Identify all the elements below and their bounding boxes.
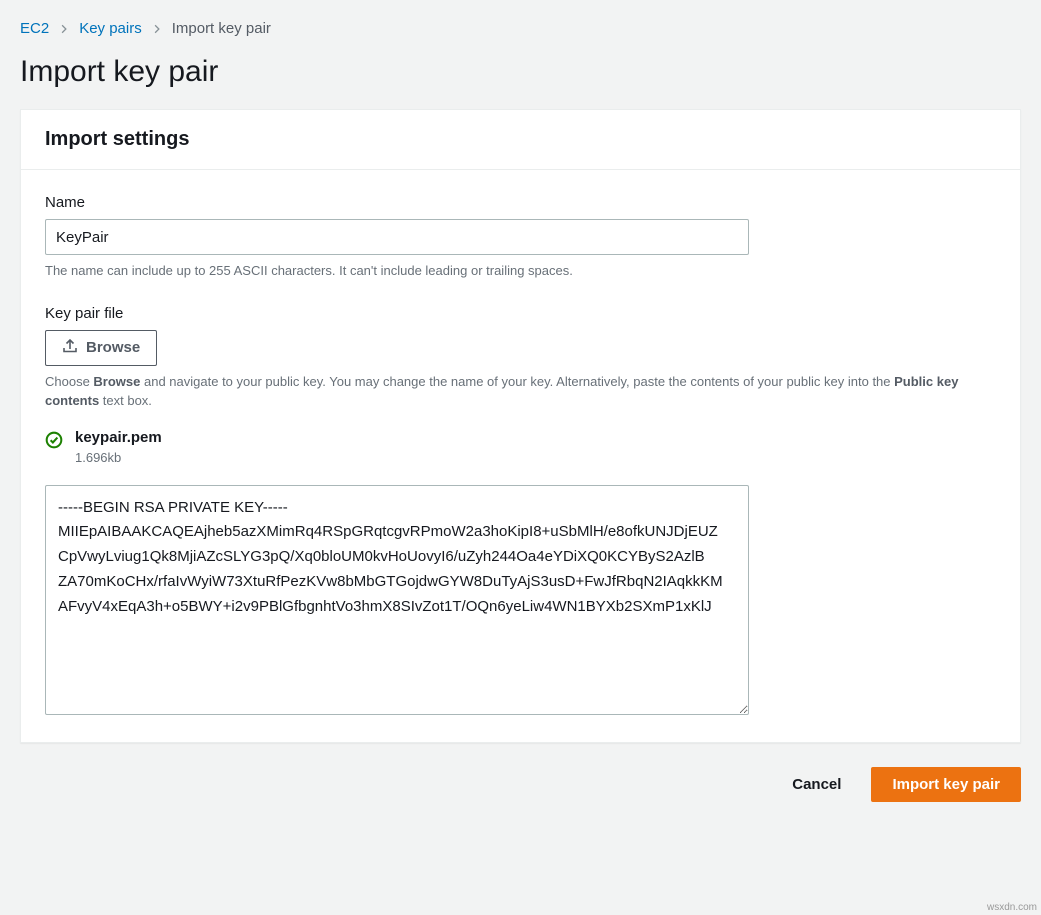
watermark: wsxdn.com xyxy=(987,902,1037,913)
cancel-button[interactable]: Cancel xyxy=(780,768,853,801)
breadcrumb: EC2 Key pairs Import key pair xyxy=(20,20,1021,37)
uploaded-file-status: keypair.pem 1.696kb xyxy=(45,429,996,465)
breadcrumb-current: Import key pair xyxy=(172,20,271,37)
check-circle-icon xyxy=(45,431,63,452)
breadcrumb-link-keypairs[interactable]: Key pairs xyxy=(79,20,142,37)
name-label: Name xyxy=(45,194,996,211)
panel-body: Name The name can include up to 255 ASCI… xyxy=(21,170,1020,742)
browse-button[interactable]: Browse xyxy=(45,330,157,366)
uploaded-filesize: 1.696kb xyxy=(75,450,162,465)
file-field-group: Key pair file Browse Choose Browse and n… xyxy=(45,305,996,718)
file-help-text: Choose Browse and navigate to your publi… xyxy=(45,372,996,411)
upload-icon xyxy=(62,338,78,358)
breadcrumb-link-ec2[interactable]: EC2 xyxy=(20,20,49,37)
name-input[interactable] xyxy=(45,219,749,255)
public-key-contents-textarea[interactable] xyxy=(45,485,749,715)
name-field-group: Name The name can include up to 255 ASCI… xyxy=(45,194,996,281)
page-title: Import key pair xyxy=(20,55,1021,89)
import-key-pair-button[interactable]: Import key pair xyxy=(871,767,1021,802)
uploaded-filename: keypair.pem xyxy=(75,429,162,446)
chevron-right-icon xyxy=(59,24,69,34)
file-label: Key pair file xyxy=(45,305,996,322)
browse-button-label: Browse xyxy=(86,339,140,356)
panel-header: Import settings xyxy=(21,110,1020,170)
footer-actions: Cancel Import key pair xyxy=(20,767,1021,802)
chevron-right-icon xyxy=(152,24,162,34)
name-help-text: The name can include up to 255 ASCII cha… xyxy=(45,261,996,281)
import-settings-panel: Import settings Name The name can includ… xyxy=(20,109,1021,743)
panel-title: Import settings xyxy=(45,128,996,151)
